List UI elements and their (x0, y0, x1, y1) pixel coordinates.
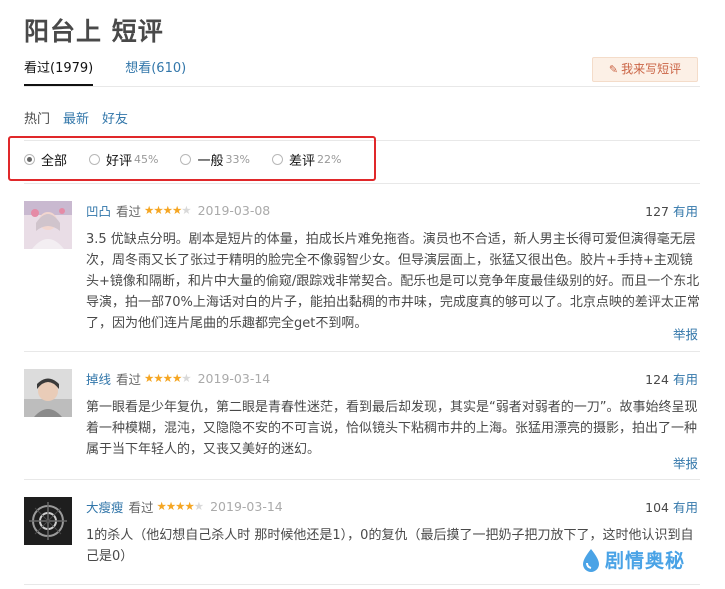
avatar[interactable] (24, 497, 72, 545)
useful-button[interactable]: 有用 (673, 204, 698, 219)
rating-stars: ★★★★★ (156, 499, 205, 513)
filter-negative-label: 差评 (288, 153, 315, 169)
vote-count: 124 (645, 372, 669, 387)
comment-item: 掉线 看过 ★★★★★ 2019-03-14 124 有用 第一眼看是少年复仇，第… (24, 369, 700, 472)
write-review-label: 我来写短评 (621, 62, 682, 76)
comment-divider (24, 584, 700, 585)
comment-text: 第一眼看是少年复仇，第二眼是青春性迷茫，看到最后却发现，其实是“弱者对弱者的一刀… (86, 397, 700, 460)
radio-positive[interactable] (89, 153, 101, 165)
user-name[interactable]: 掉线 (86, 369, 111, 388)
comment-line: 着一种模糊，混沌，又隐隐不安的不可言说，恰似镜头下粘稠市井的上海。张猛用漂亮的摄… (86, 421, 698, 436)
comment-line: 导演，拍一部70%上海话对白的片子，能拍出黏稠的市井味，完成度真的够可以了。北京… (86, 295, 700, 310)
comment-item: 凹凸 看过 ★★★★★ 2019-03-08 127 有用 3.5 优缺点分明。剧… (24, 201, 700, 343)
radio-neutral[interactable] (180, 153, 192, 165)
vote-area: 104 有用 (645, 497, 698, 516)
page-title: 阳台上 短评 (24, 17, 164, 46)
filter-negative[interactable]: 差评 22% (271, 150, 342, 169)
rating-stars: ★★★★★ (144, 371, 192, 385)
rating-filter-bar: 全部 好评 45% 一般 33% 差评 22% (24, 149, 363, 169)
filter-all-label: 全部 (41, 153, 68, 169)
sort-hot[interactable]: 热门 (24, 108, 50, 127)
watermark-text: 剧情奥秘 (605, 550, 686, 572)
user-name[interactable]: 凹凸 (86, 201, 111, 220)
avatar[interactable] (24, 201, 72, 249)
drop-icon (583, 548, 599, 572)
comment-divider (24, 479, 700, 480)
comment-meta: 大瘦瘦 看过 ★★★★★ 2019-03-14 (86, 497, 283, 515)
watch-status: 看过 (128, 499, 154, 515)
vote-count: 104 (645, 500, 669, 515)
vote-area: 127 有用 (645, 201, 698, 220)
comment-line: 第一眼看是少年复仇，第二眼是青春性迷茫，看到最后却发现，其实是“弱者对弱者的一刀… (86, 400, 698, 415)
comment-date: 2019-03-14 (197, 370, 271, 386)
filter-positive-label: 好评 (106, 153, 133, 169)
useful-button[interactable]: 有用 (673, 372, 698, 387)
tab-want-to-watch[interactable]: 想看(610) (125, 60, 186, 86)
comment-line: 次，周冬雨又长了张过于精明的脸完全不像弱智少女。但导演层面上，张猛又很出色。胶片… (86, 253, 693, 268)
filter-divider (24, 183, 700, 184)
comment-line: 了，因为他们连片尾曲的乐趣都完全get不到啊。 (86, 316, 368, 331)
rating-stars: ★★★★★ (144, 203, 192, 217)
comment-date: 2019-03-08 (197, 202, 271, 218)
comment-divider (24, 351, 700, 352)
avatar[interactable] (24, 369, 72, 417)
filter-neutral[interactable]: 一般 33% (180, 150, 250, 169)
radio-negative[interactable] (271, 153, 283, 165)
filter-positive[interactable]: 好评 45% (89, 150, 158, 169)
write-review-button[interactable]: ✎ 我来写短评 (592, 57, 698, 82)
comment-date: 2019-03-14 (210, 498, 283, 514)
tab-bar: 看过(1979) 想看(610) (24, 60, 218, 86)
radio-all[interactable] (24, 153, 35, 165)
watch-status: 看过 (116, 203, 142, 219)
pen-icon: ✎ (608, 63, 619, 76)
filter-neutral-label: 一般 (197, 153, 224, 169)
comment-line: 1的杀人（他幻想自己杀人时 那时候他还是1），0的复仇（最后摸了一把奶子把刀放下… (86, 528, 694, 543)
tab-divider (24, 86, 700, 87)
watermark: 剧情奥秘 (581, 546, 685, 573)
watch-status: 看过 (116, 371, 142, 387)
filter-positive-percent: 45% (134, 152, 159, 166)
sort-bar: 热门 最新 好友 (24, 108, 141, 127)
report-link[interactable]: 举报 (673, 324, 698, 343)
user-name[interactable]: 大瘦瘦 (86, 497, 124, 516)
useful-button[interactable]: 有用 (673, 500, 698, 515)
filter-negative-percent: 22% (316, 152, 342, 166)
report-link[interactable]: 举报 (673, 453, 698, 472)
tab-watched[interactable]: 看过(1979) (24, 60, 94, 86)
comment-text: 3.5 优缺点分明。剧本是短片的体量，拍成长片难免拖沓。演员也不合适，新人男主长… (86, 229, 700, 334)
comment-meta: 凹凸 看过 ★★★★★ 2019-03-08 (86, 201, 270, 219)
comment-meta: 掉线 看过 ★★★★★ 2019-03-14 (86, 369, 270, 387)
comment-line: 属于当下年轻人的，又丧又美好的迷幻。 (86, 442, 321, 457)
sort-friends[interactable]: 好友 (102, 108, 128, 127)
filter-neutral-percent: 33% (225, 152, 250, 166)
comment-line: 头+镜像和隔断，和片中大量的偷窥/跟踪戏非常契合。配乐也是可以竞争年度最佳级别的… (86, 274, 700, 289)
vote-count: 127 (645, 204, 669, 219)
filter-all[interactable]: 全部 (24, 150, 67, 169)
vote-area: 124 有用 (645, 369, 698, 388)
comment-line: 3.5 优缺点分明。剧本是短片的体量，拍成长片难免拖沓。演员也不合适，新人男主长… (86, 232, 696, 247)
sort-latest[interactable]: 最新 (63, 108, 89, 127)
